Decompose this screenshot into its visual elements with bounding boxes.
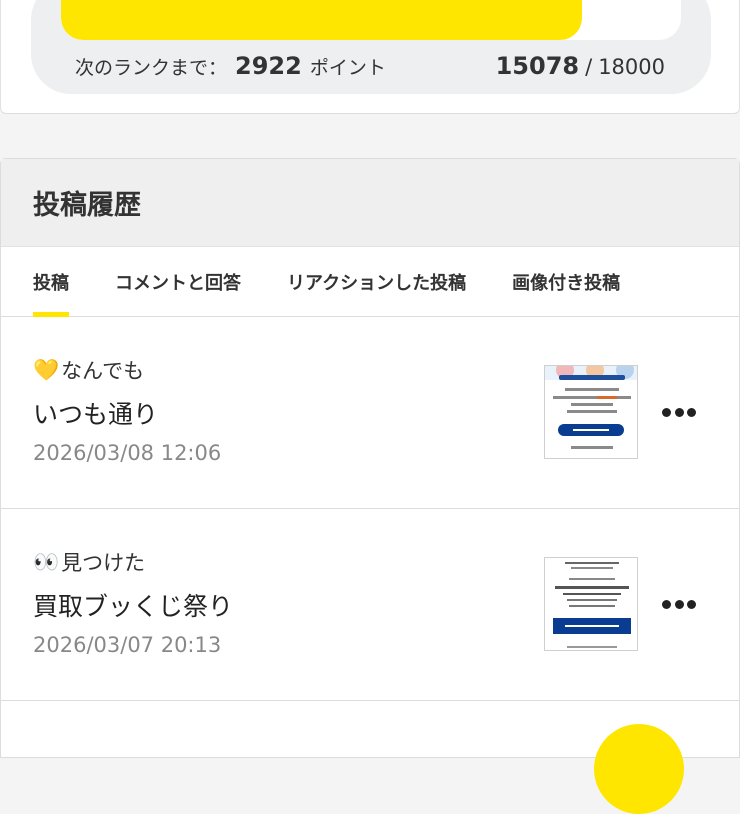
coupon-thumbnail-image: [545, 366, 637, 449]
post-category-label: なんでも: [61, 359, 145, 383]
floating-action-button[interactable]: [594, 724, 684, 814]
next-rank-text: 次のランクまで： 2922 ポイント: [75, 52, 386, 86]
tab-image-posts[interactable]: 画像付き投稿: [512, 247, 620, 316]
post-item[interactable]: 💛 なんでも いつも通り 2026/03/08 12:06: [1, 317, 739, 509]
post-history-panel: 投稿履歴 投稿 コメントと回答 リアクションした投稿 画像付き投稿 💛 なんでも…: [0, 158, 740, 758]
eyes-emoji-icon: 👀: [33, 549, 60, 574]
post-history-title: 投稿履歴: [33, 190, 141, 221]
next-rank-points: 2922: [235, 52, 302, 80]
post-category: 👀 見つけた: [33, 547, 145, 577]
post-item[interactable]: 👀 見つけた 買取ブッくじ祭り 2026/03/07 20:13: [1, 509, 739, 701]
tab-comments-answers[interactable]: コメントと回答: [115, 247, 241, 316]
heart-emoji-icon: 💛: [33, 357, 60, 382]
rank-total: 15078 / 18000: [496, 52, 665, 86]
campaign-thumbnail-image: [553, 562, 631, 648]
post-thumbnail[interactable]: [544, 365, 638, 459]
current-points: 15078: [495, 52, 580, 80]
more-icon[interactable]: [662, 595, 696, 613]
post-title: 買取ブッくじ祭り: [33, 592, 234, 621]
rank-card: 次のランクまで： 2922 ポイント 15078 / 18000: [0, 0, 740, 114]
post-category-label: 見つけた: [61, 551, 146, 575]
rank-progress-bar: [61, 0, 681, 40]
post-category: 💛 なんでも: [33, 355, 144, 385]
post-date: 2026/03/08 12:06: [33, 441, 222, 465]
tab-posts[interactable]: 投稿: [33, 247, 69, 317]
rank-progress-fill: [61, 0, 582, 40]
max-points: 18000: [598, 55, 665, 79]
tab-reacted-posts[interactable]: リアクションした投稿: [287, 247, 466, 316]
next-rank-label: 次のランクまで：: [75, 57, 228, 79]
post-title: いつも通り: [33, 400, 159, 429]
post-thumbnail[interactable]: [544, 557, 638, 651]
points-separator: /: [585, 55, 593, 79]
post-history-header: 投稿履歴: [1, 159, 739, 247]
post-date: 2026/03/07 20:13: [33, 633, 222, 657]
more-icon[interactable]: [662, 403, 696, 421]
history-tabs: 投稿 コメントと回答 リアクションした投稿 画像付き投稿: [1, 247, 739, 317]
points-unit: ポイント: [309, 57, 386, 79]
